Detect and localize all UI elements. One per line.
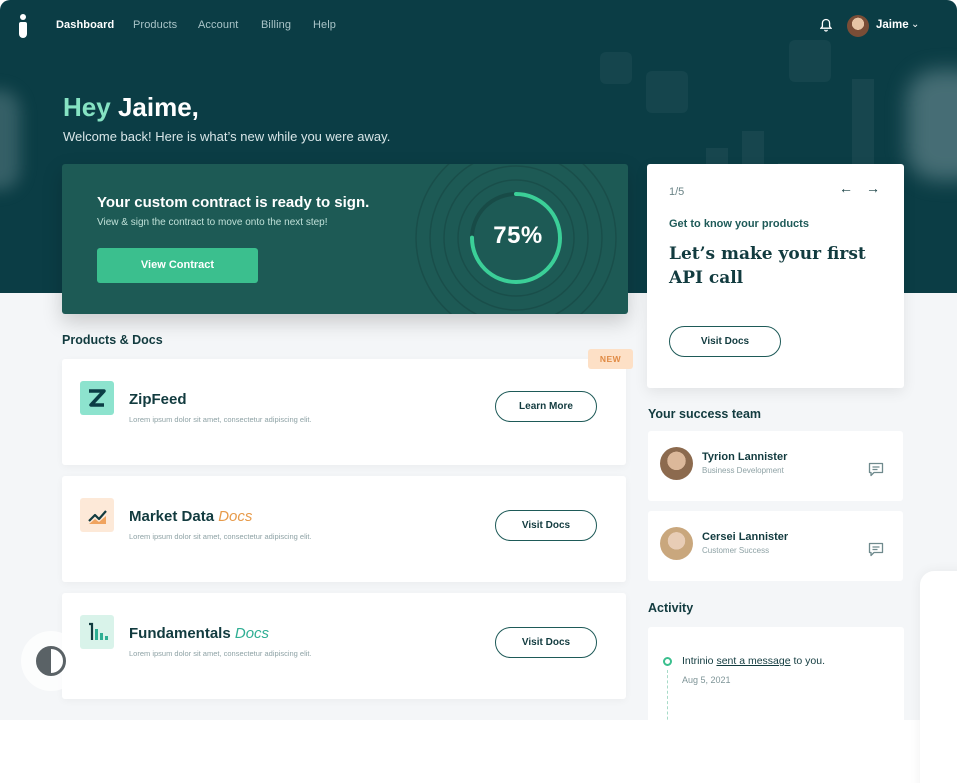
nav-item-help[interactable]: Help — [313, 19, 336, 31]
learn-more-button[interactable]: Learn More — [495, 391, 597, 422]
message-icon[interactable] — [868, 462, 884, 477]
avatar — [660, 527, 693, 560]
product-card-fundamentals: Fundamentals Docs Lorem ipsum dolor sit … — [62, 593, 626, 699]
welcome-text: Welcome back! Here is what’s new while y… — [63, 129, 391, 144]
bar-chart-icon — [80, 615, 114, 649]
product-name: Market Data Docs — [129, 508, 253, 525]
activity-date: Aug 5, 2021 — [682, 675, 731, 685]
greeting-name: Jaime, — [117, 92, 199, 122]
activity-timeline — [667, 670, 668, 720]
team-member-card: Tyrion Lannister Business Development — [648, 431, 903, 501]
contract-title: Your custom contract is ready to sign. — [97, 194, 370, 211]
visit-docs-button[interactable]: Visit Docs — [495, 627, 597, 658]
products-section-title: Products & Docs — [62, 333, 163, 347]
product-description: Lorem ipsum dolor sit amet, consectetur … — [129, 415, 312, 424]
decor-blur — [907, 70, 957, 180]
decor-square — [600, 52, 632, 84]
team-section-title: Your success team — [648, 407, 762, 421]
decor-blur — [0, 90, 20, 190]
contract-subtitle: View & sign the contract to move onto th… — [97, 217, 328, 228]
activity-entry: Intrinio sent a message to you. — [682, 655, 826, 667]
zipfeed-logo-icon — [80, 381, 114, 415]
intrinio-logo-icon[interactable] — [17, 14, 31, 38]
product-name: ZipFeed — [129, 391, 187, 408]
nav-item-dashboard[interactable]: Dashboard — [56, 19, 114, 31]
product-card-market-data: Market Data Docs Lorem ipsum dolor sit a… — [62, 476, 626, 582]
message-icon[interactable] — [868, 542, 884, 557]
user-name[interactable]: Jaime — [876, 19, 909, 31]
carousel-kicker: Get to know your products — [669, 218, 809, 230]
arrow-left-icon[interactable]: ← — [839, 180, 853, 196]
user-avatar[interactable] — [847, 15, 869, 37]
activity-section-title: Activity — [648, 601, 694, 615]
view-contract-button[interactable]: View Contract — [97, 248, 258, 283]
nav-item-billing[interactable]: Billing — [261, 19, 291, 31]
greeting-hey: Hey — [63, 92, 111, 122]
activity-feed: Intrinio sent a message to you. Aug 5, 2… — [648, 627, 904, 720]
line-chart-icon — [80, 498, 114, 532]
product-tips-carousel: 1/5 ← → Get to know your products Let’s … — [647, 164, 904, 388]
page-greeting: Hey Jaime, — [63, 92, 199, 123]
visit-docs-button[interactable]: Visit Docs — [495, 510, 597, 541]
theme-toggle[interactable] — [21, 631, 81, 691]
top-nav: Dashboard Products Account Billing Help … — [0, 0, 957, 52]
app-frame: Dashboard Products Account Billing Help … — [0, 0, 957, 720]
product-card-zipfeed: ZipFeed Lorem ipsum dolor sit amet, cons… — [62, 359, 626, 465]
team-member-name: Tyrion Lannister — [702, 451, 788, 463]
new-badge: NEW — [588, 349, 633, 369]
activity-link[interactable]: sent a message — [716, 655, 790, 667]
bell-icon[interactable] — [820, 18, 832, 32]
arrow-right-icon[interactable]: → — [866, 180, 880, 196]
decor-square — [646, 71, 688, 113]
chevron-down-icon[interactable]: ⌄ — [911, 19, 919, 30]
visit-docs-button[interactable]: Visit Docs — [669, 326, 781, 357]
side-panel — [920, 571, 957, 783]
activity-dot-icon — [663, 657, 672, 666]
avatar — [660, 447, 693, 480]
team-member-role: Customer Success — [702, 546, 770, 555]
contrast-icon — [36, 646, 66, 676]
progress-percentage: 75% — [493, 222, 543, 249]
product-description: Lorem ipsum dolor sit amet, consectetur … — [129, 532, 312, 541]
nav-item-account[interactable]: Account — [198, 19, 238, 31]
team-member-name: Cersei Lannister — [702, 531, 789, 543]
product-description: Lorem ipsum dolor sit amet, consectetur … — [129, 649, 312, 658]
nav-item-products[interactable]: Products — [133, 19, 177, 31]
contract-card: Your custom contract is ready to sign. V… — [62, 164, 628, 314]
team-member-role: Business Development — [702, 466, 784, 475]
carousel-heading: Let’s make your first API call — [669, 244, 866, 288]
carousel-counter: 1/5 — [669, 186, 685, 198]
team-member-card: Cersei Lannister Customer Success — [648, 511, 903, 581]
product-name: Fundamentals Docs — [129, 625, 270, 642]
